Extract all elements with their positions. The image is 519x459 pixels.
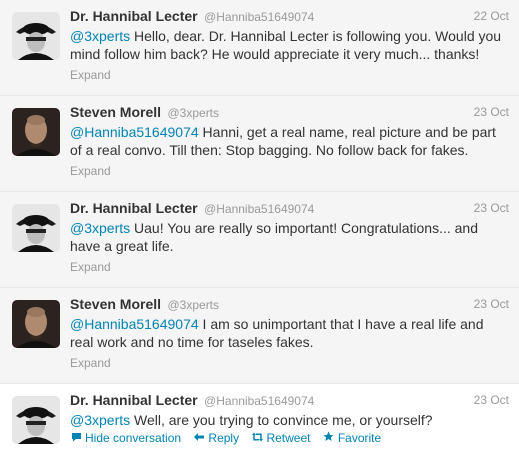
author-handle[interactable]: @Hanniba51649074 — [204, 202, 314, 216]
hide-conversation-label: Hide conversation — [85, 431, 182, 445]
author-handle[interactable]: @Hanniba51649074 — [204, 10, 314, 24]
tweet-text: @Hanniba51649074 Hanni, get a real name,… — [70, 123, 510, 159]
reply-button[interactable]: Reply — [193, 431, 239, 445]
tweet-timestamp[interactable]: 22 Oct — [474, 9, 509, 23]
mention-link[interactable]: @Hanniba51649074 — [70, 316, 199, 332]
tweet[interactable]: Steven Morell @3xperts 23 Oct @Hanniba51… — [0, 96, 519, 192]
favorite-label: Favorite — [337, 431, 382, 445]
mention-link[interactable]: @Hanniba51649074 — [70, 124, 199, 140]
tweet-body: Uau! You are really so important! Congra… — [70, 220, 478, 254]
author-name[interactable]: Dr. Hannibal Lecter — [70, 392, 198, 408]
expand-link[interactable]: Expand — [70, 164, 111, 178]
mention-link[interactable]: @3xperts — [70, 412, 130, 428]
tweet-timestamp[interactable]: 23 Oct — [474, 393, 509, 407]
author-name[interactable]: Steven Morell — [70, 104, 161, 120]
hide-conversation-button[interactable]: Hide conversation — [70, 431, 181, 445]
reply-arrow-icon — [193, 431, 205, 445]
author-handle[interactable]: @Hanniba51649074 — [204, 394, 314, 408]
tweet-text: @3xperts Well, are you trying to convinc… — [70, 411, 510, 429]
tweet-timestamp[interactable]: 23 Oct — [474, 201, 509, 215]
tweet-timestamp[interactable]: 23 Oct — [474, 105, 509, 119]
reply-label: Reply — [208, 431, 240, 445]
tweet[interactable]: Steven Morell @3xperts 23 Oct @Hanniba51… — [0, 288, 519, 384]
avatar[interactable] — [12, 204, 60, 252]
author-handle[interactable]: @3xperts — [167, 106, 219, 120]
author-name[interactable]: Dr. Hannibal Lecter — [70, 200, 198, 216]
tweet-timestamp[interactable]: 23 Oct — [474, 297, 509, 311]
expand-link[interactable]: Expand — [70, 68, 111, 82]
tweet-body: Well, are you trying to convince me, or … — [130, 412, 433, 428]
speech-bubble-icon — [70, 431, 82, 445]
avatar[interactable] — [12, 396, 60, 444]
avatar[interactable] — [12, 12, 60, 60]
tweet[interactable]: Dr. Hannibal Lecter @Hanniba51649074 23 … — [0, 192, 519, 288]
retweet-button[interactable]: Retweet — [251, 431, 310, 445]
avatar[interactable] — [12, 300, 60, 348]
expand-link[interactable]: Expand — [70, 356, 111, 370]
retweet-icon — [251, 431, 264, 445]
tweet-text: @3xperts Hello, dear. Dr. Hannibal Lecte… — [70, 27, 510, 63]
tweet[interactable]: Dr. Hannibal Lecter @Hanniba51649074 23 … — [0, 384, 519, 459]
author-name[interactable]: Steven Morell — [70, 296, 161, 312]
tweet[interactable]: Dr. Hannibal Lecter @Hanniba51649074 22 … — [0, 0, 519, 96]
tweet-text: @3xperts Uau! You are really so importan… — [70, 219, 510, 255]
expand-link[interactable]: Expand — [70, 260, 111, 274]
retweet-label: Retweet — [266, 431, 311, 445]
tweet-body: Hello, dear. Dr. Hannibal Lecter is foll… — [70, 28, 502, 62]
mention-link[interactable]: @3xperts — [70, 220, 130, 236]
tweet-actions: Hide conversation Reply Retweet Favorite — [70, 431, 390, 445]
mention-link[interactable]: @3xperts — [70, 28, 130, 44]
author-name[interactable]: Dr. Hannibal Lecter — [70, 8, 198, 24]
tweet-text: @Hanniba51649074 I am so unimportant tha… — [70, 315, 510, 351]
star-icon — [323, 431, 335, 445]
author-handle[interactable]: @3xperts — [167, 298, 219, 312]
favorite-button[interactable]: Favorite — [323, 431, 381, 445]
avatar[interactable] — [12, 108, 60, 156]
